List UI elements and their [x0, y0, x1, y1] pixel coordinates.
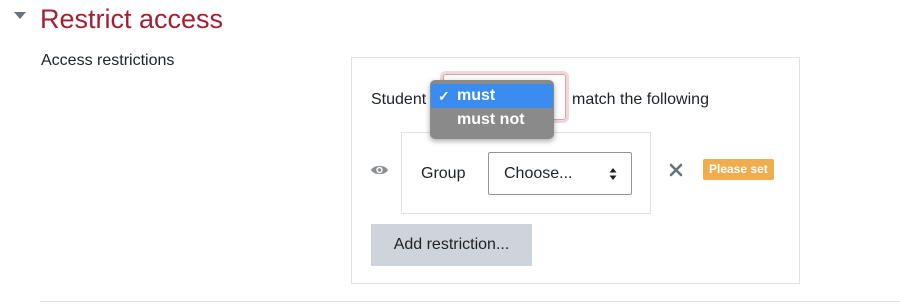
- add-restriction-button[interactable]: Add restriction...: [371, 224, 532, 266]
- restrict-access-page: Restrict access Access restrictions Stud…: [0, 0, 900, 305]
- please-set-badge: Please set: [703, 159, 774, 180]
- group-select-value: Choose...: [504, 165, 573, 182]
- dropdown-option-must[interactable]: ✓ must: [431, 84, 553, 108]
- checkmark-icon: ✓: [438, 88, 450, 104]
- dropdown-option-must-not[interactable]: must not: [431, 108, 553, 132]
- section-title[interactable]: Restrict access: [40, 2, 223, 36]
- access-restrictions-label: Access restrictions: [41, 52, 175, 69]
- dropdown-option-label: must: [457, 87, 496, 104]
- match-mode-dropdown-menu: ✓ must must not: [430, 80, 554, 139]
- group-select[interactable]: Choose...: [488, 152, 632, 195]
- students-prefix-label: Student: [371, 91, 427, 108]
- condition-type-label: Group: [421, 165, 466, 182]
- collapse-caret-icon[interactable]: [14, 12, 26, 19]
- dropdown-option-label: must not: [457, 111, 525, 128]
- section-divider: [40, 301, 900, 302]
- close-icon[interactable]: [669, 163, 683, 177]
- eye-icon[interactable]: [370, 163, 389, 177]
- match-following-label: match the following: [572, 91, 709, 108]
- select-arrows-icon: [609, 168, 617, 180]
